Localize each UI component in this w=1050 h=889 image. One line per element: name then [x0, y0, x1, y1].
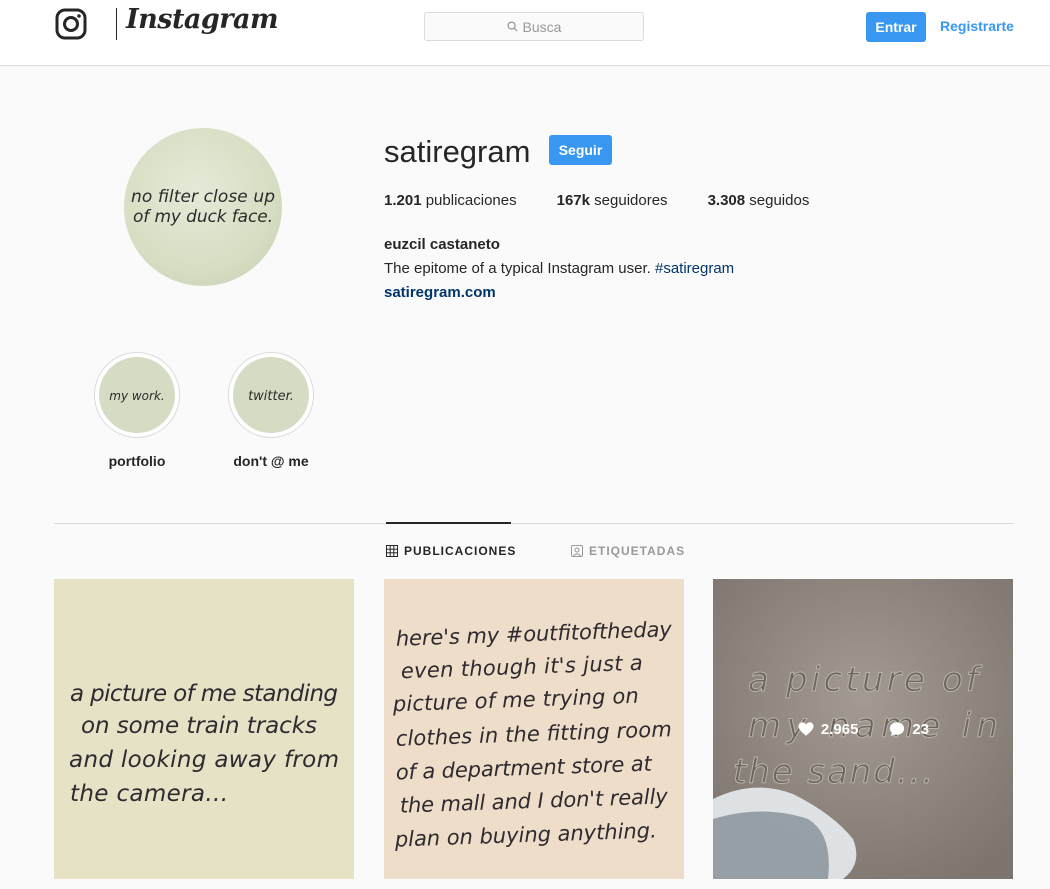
highlight-label: portfolio: [108, 453, 166, 469]
highlight-cover: twitter.: [233, 357, 309, 433]
likes-value: 2.965: [820, 720, 859, 738]
comments-value: 23: [912, 720, 930, 738]
search-placeholder: Busca: [522, 18, 562, 35]
bio-hashtag-link[interactable]: #satiregram: [655, 260, 734, 277]
post-hover-overlay: 2.965 23: [713, 579, 1013, 879]
profile-avatar[interactable]: no filter close up of my duck face.: [124, 128, 282, 286]
post-text-line: and looking away from: [69, 747, 339, 773]
tagged-icon: [571, 545, 583, 557]
profile-username: satiregram: [384, 134, 531, 169]
likes-count: 2.965: [797, 720, 859, 738]
profile-stats: 1.201 publicaciones 167k seguidores 3.30…: [384, 192, 849, 209]
tab-etiquetadas[interactable]: ETIQUETADAS: [571, 544, 685, 558]
post-text-line: a picture of me standing: [70, 681, 338, 707]
highlight-dont-at-me[interactable]: twitter. don't @ me: [221, 352, 321, 469]
search-input[interactable]: Busca: [424, 12, 644, 41]
post-thumbnail[interactable]: a picture of me standing on some train t…: [54, 579, 354, 879]
register-link[interactable]: Registrarte: [940, 18, 1014, 34]
instagram-wordmark[interactable]: Instagram: [126, 4, 279, 35]
highlight-ring: my work.: [94, 352, 180, 438]
highlight-cover-text: my work.: [109, 389, 164, 403]
comment-icon: [890, 722, 905, 737]
followers-count-stat[interactable]: 167k seguidores: [557, 192, 668, 209]
tab-publicaciones[interactable]: PUBLICACIONES: [386, 544, 516, 558]
website-link[interactable]: satiregram.com: [384, 281, 734, 305]
comments-count: 23: [888, 720, 929, 738]
avatar-text-line-2: of my duck face.: [133, 207, 273, 227]
top-navigation-bar: Instagram Busca Entrar Registrarte: [0, 0, 1050, 66]
posts-count-stat: 1.201 publicaciones: [384, 192, 517, 209]
highlight-label: don't @ me: [233, 453, 309, 469]
following-count-stat[interactable]: 3.308 seguidos: [708, 192, 810, 209]
search-icon: [506, 21, 518, 32]
highlight-ring: twitter.: [228, 352, 314, 438]
highlight-cover: my work.: [99, 357, 175, 433]
avatar-text-line-1: no filter close up: [131, 187, 275, 207]
post-thumbnail[interactable]: here's my #outfitoftheday even though it…: [384, 579, 684, 879]
instagram-glyph-icon[interactable]: [55, 8, 87, 40]
tab-etiquetadas-label: ETIQUETADAS: [589, 544, 686, 558]
bio-text: The epitome of a typical Instagram user.…: [384, 260, 735, 277]
highlight-portfolio[interactable]: my work. portfolio: [87, 352, 187, 469]
profile-bio: euzcil castaneto The epitome of a typica…: [384, 233, 734, 305]
follow-button[interactable]: Seguir: [549, 135, 612, 165]
profile-full-name: euzcil castaneto: [384, 236, 500, 253]
heart-icon: [798, 722, 814, 736]
tab-publicaciones-label: PUBLICACIONES: [404, 544, 517, 558]
highlight-cover-text: twitter.: [248, 389, 294, 404]
logo-divider: [116, 8, 117, 40]
post-text-line: the camera...: [70, 781, 228, 807]
post-text-line: on some train tracks: [81, 713, 317, 739]
grid-icon: [386, 545, 398, 557]
post-thumbnail-hovered[interactable]: a picture of my name in the sand... 2.96…: [713, 579, 1013, 879]
tabs-divider: [54, 523, 1014, 524]
login-button[interactable]: Entrar: [866, 12, 926, 42]
active-tab-indicator: [386, 522, 511, 524]
